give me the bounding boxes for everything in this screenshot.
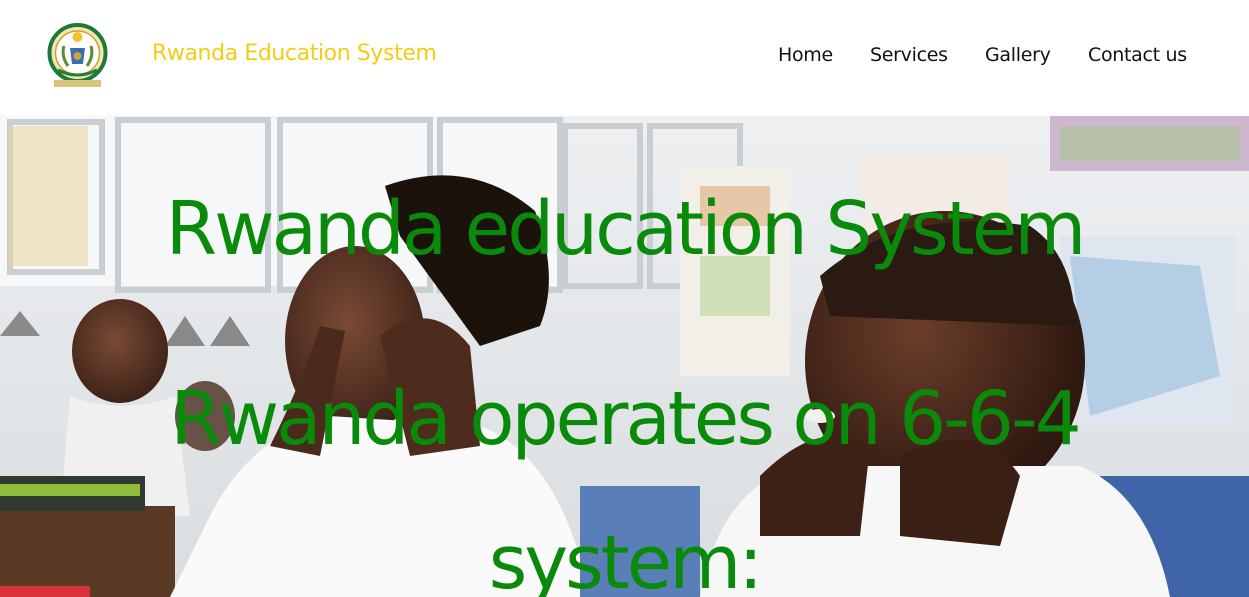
main-nav: Home Services Gallery Contact us <box>0 44 1249 74</box>
hero-subtitle-line1: Rwanda operates on 6-6-4 <box>170 376 1082 462</box>
hero-title: Rwanda education System <box>165 186 1087 272</box>
nav-contact-us[interactable]: Contact us <box>1088 44 1187 66</box>
hero-banner: Rwanda education System Rwanda operates … <box>0 116 1249 597</box>
nav-services[interactable]: Services <box>870 44 948 66</box>
hero-subtitle-line2: system: <box>488 520 763 597</box>
site-header: Rwanda Education System Home Services Ga… <box>0 0 1249 116</box>
nav-gallery[interactable]: Gallery <box>985 44 1051 66</box>
nav-home[interactable]: Home <box>778 44 833 66</box>
